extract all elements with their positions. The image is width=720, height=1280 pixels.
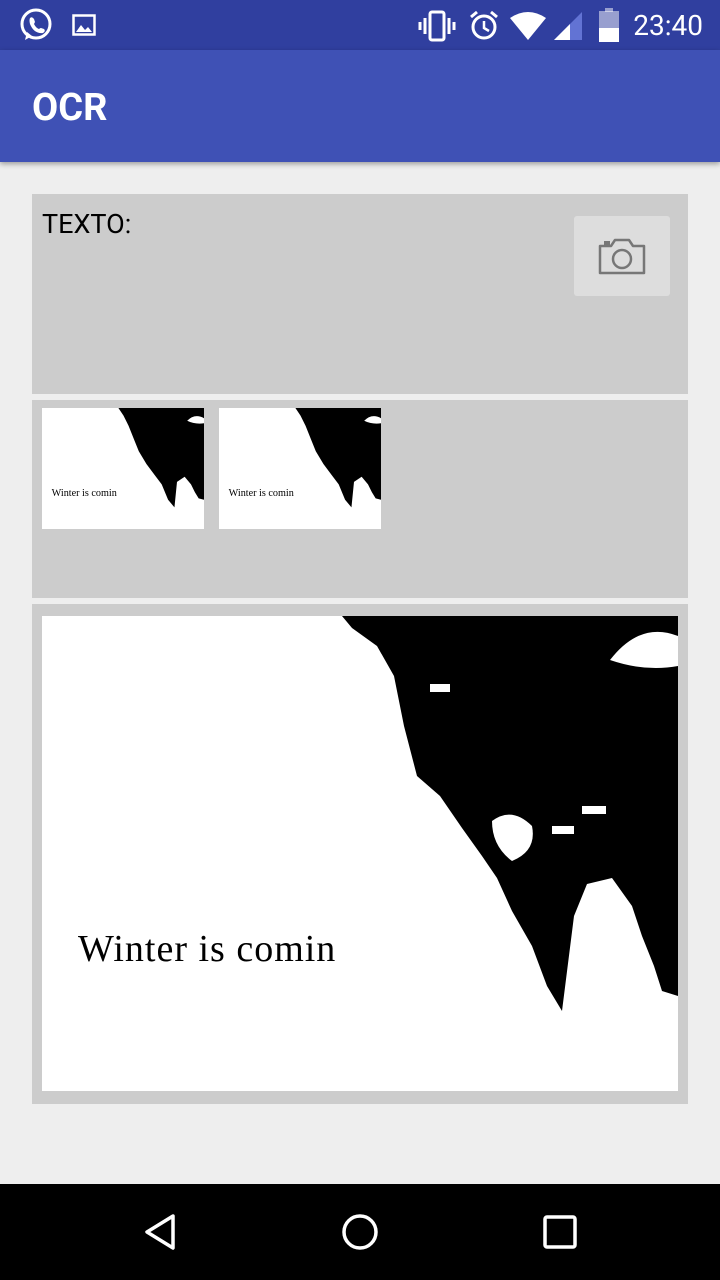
app-title: OCR [32, 86, 108, 130]
thumbnail-image[interactable]: Winter is comin [42, 408, 204, 529]
preview-caption: Winter is comin [78, 928, 336, 970]
wifi-icon [510, 12, 546, 40]
home-button[interactable] [320, 1202, 400, 1262]
battery-icon [599, 8, 619, 42]
alarm-icon [470, 10, 498, 40]
preview-image: Winter is comin [42, 616, 678, 1091]
app-bar: OCR [0, 50, 720, 162]
status-bar: 23:40 [0, 0, 720, 50]
camera-button[interactable] [574, 216, 670, 296]
ocr-text-panel: TEXTO: [32, 194, 688, 394]
thumbnail-panel: Winter is comin Winter is comin [32, 400, 688, 598]
back-icon [145, 1214, 175, 1250]
signal-icon [554, 12, 582, 40]
navigation-bar [0, 1184, 720, 1280]
vibrate-icon [418, 10, 456, 42]
preview-panel: Winter is comin [32, 604, 688, 1104]
whatsapp-icon [20, 8, 52, 40]
status-time: 23:40 [633, 9, 703, 42]
recents-icon [543, 1215, 577, 1249]
home-icon [342, 1214, 378, 1250]
ocr-text-label: TEXTO: [42, 208, 132, 240]
thumbnail-image[interactable]: Winter is comin [219, 408, 381, 529]
thumbnail-caption: Winter is comin [52, 488, 117, 499]
camera-icon [598, 238, 646, 275]
back-button[interactable] [120, 1202, 200, 1262]
recents-button[interactable] [520, 1202, 600, 1262]
thumbnail-caption: Winter is comin [229, 488, 294, 499]
gallery-icon [72, 14, 96, 36]
